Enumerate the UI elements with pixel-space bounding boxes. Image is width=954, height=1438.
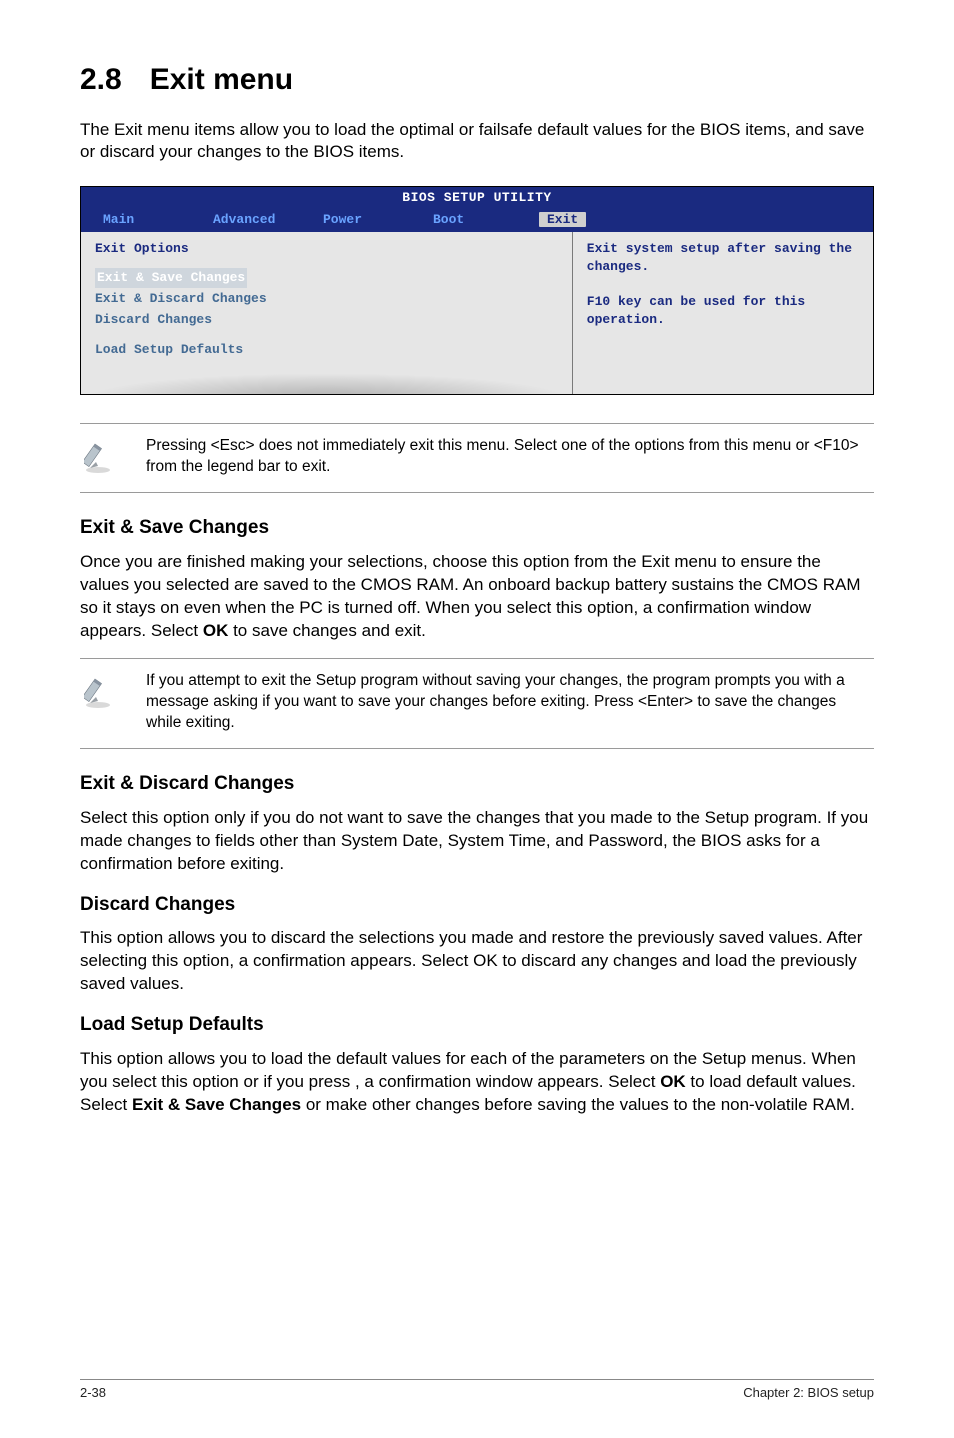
bios-title: BIOS SETUP UTILITY <box>81 187 873 209</box>
note-exit-without-save: If you attempt to exit the Setup program… <box>80 658 874 749</box>
bios-right-pane: Exit system setup after saving the chang… <box>573 232 873 394</box>
body-load-defaults: This option allows you to load the defau… <box>80 1048 874 1117</box>
note-exit-without-save-text: If you attempt to exit the Setup program… <box>146 671 868 734</box>
bios-screenshot: BIOS SETUP UTILITY Main Advanced Power B… <box>80 186 874 395</box>
body-discard: This option allows you to discard the se… <box>80 927 874 996</box>
bios-tab-main: Main <box>81 211 191 229</box>
bios-tab-boot: Boot <box>411 211 521 229</box>
footer-chapter: Chapter 2: BIOS setup <box>743 1384 874 1402</box>
bios-help-text: Exit system setup after saving the chang… <box>587 240 859 328</box>
pencil-icon <box>84 436 124 476</box>
bios-left-pane: Exit Options Exit & Save Changes Exit & … <box>81 232 573 394</box>
pencil-icon <box>84 671 124 711</box>
page-footer: 2-38 Chapter 2: BIOS setup <box>80 1379 874 1402</box>
body-exit-save: Once you are finished making your select… <box>80 551 874 643</box>
bios-tab-exit: Exit <box>539 212 586 227</box>
footer-page-number: 2-38 <box>80 1384 106 1402</box>
bios-item-discard: Discard Changes <box>95 309 558 331</box>
section-title: 2.8 Exit menu <box>80 60 874 101</box>
bios-tab-advanced: Advanced <box>191 211 301 229</box>
bios-item-exit-save: Exit & Save Changes <box>95 268 247 288</box>
bios-item-exit-discard: Exit & Discard Changes <box>95 288 558 310</box>
bios-tab-row: Main Advanced Power Boot Exit <box>81 209 873 233</box>
heading-load-defaults: Load Setup Defaults <box>80 1012 874 1038</box>
bios-body: Exit Options Exit & Save Changes Exit & … <box>81 232 873 394</box>
heading-discard: Discard Changes <box>80 892 874 918</box>
bios-left-heading: Exit Options <box>95 240 558 258</box>
heading-exit-discard: Exit & Discard Changes <box>80 771 874 797</box>
body-exit-discard: Select this option only if you do not wa… <box>80 807 874 876</box>
section-name: Exit menu <box>150 63 293 96</box>
section-number: 2.8 <box>80 63 122 96</box>
bios-tab-power: Power <box>301 211 411 229</box>
bios-item-load-defaults: Load Setup Defaults <box>95 339 558 361</box>
note-esc: Pressing <Esc> does not immediately exit… <box>80 423 874 493</box>
note-esc-text: Pressing <Esc> does not immediately exit… <box>146 436 868 478</box>
intro-paragraph: The Exit menu items allow you to load th… <box>80 119 874 165</box>
heading-exit-save: Exit & Save Changes <box>80 515 874 541</box>
